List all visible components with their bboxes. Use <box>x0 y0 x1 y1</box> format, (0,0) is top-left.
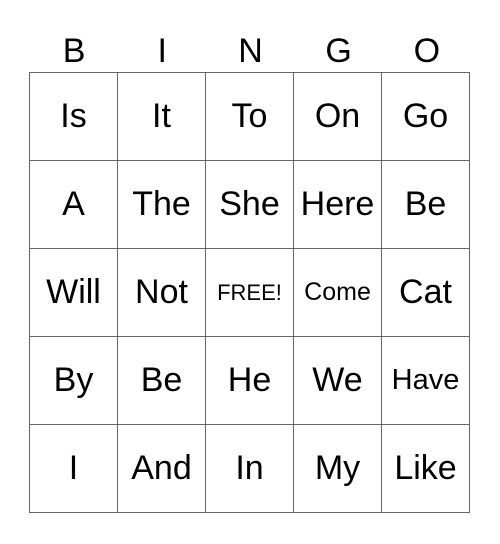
bingo-cell[interactable]: A <box>29 160 118 249</box>
grid-row: A The She Here Be <box>29 160 470 249</box>
bingo-cell[interactable]: By <box>29 336 118 425</box>
bingo-cell[interactable]: To <box>205 72 294 161</box>
bingo-cell[interactable]: In <box>205 424 294 513</box>
bingo-cell[interactable]: Like <box>381 424 470 513</box>
bingo-cell[interactable]: The <box>117 160 206 249</box>
bingo-cell[interactable]: Is <box>29 72 118 161</box>
bingo-cell[interactable]: She <box>205 160 294 249</box>
header-letter-b: B <box>62 32 86 70</box>
bingo-header: B I N G O <box>30 30 471 73</box>
bingo-cell[interactable]: Go <box>381 72 470 161</box>
bingo-cell[interactable]: Will <box>29 248 118 337</box>
free-space-cell[interactable]: FREE! <box>205 248 294 337</box>
header-letter-n: N <box>238 32 263 70</box>
bingo-cell[interactable]: He <box>205 336 294 425</box>
bingo-cell[interactable]: Here <box>293 160 382 249</box>
bingo-cell[interactable]: On <box>293 72 382 161</box>
bingo-cell[interactable]: Be <box>381 160 470 249</box>
grid-row: By Be He We Have <box>29 336 470 425</box>
bingo-cell[interactable]: Come <box>293 248 382 337</box>
header-letter-o: O <box>413 32 441 70</box>
bingo-cell[interactable]: My <box>293 424 382 513</box>
grid-row: Will Not FREE! Come Cat <box>29 248 470 337</box>
bingo-cell[interactable]: It <box>117 72 206 161</box>
bingo-cell[interactable]: And <box>117 424 206 513</box>
bingo-cell[interactable]: Cat <box>381 248 470 337</box>
bingo-cell[interactable]: Have <box>381 336 470 425</box>
bingo-cell[interactable]: Be <box>117 336 206 425</box>
bingo-grid: Is It To On Go A The She Here Be Will No… <box>29 72 470 513</box>
grid-row: I And In My Like <box>29 424 470 513</box>
bingo-cell[interactable]: Not <box>117 248 206 337</box>
bingo-cell[interactable]: We <box>293 336 382 425</box>
header-letter-i: I <box>157 32 167 70</box>
bingo-cell[interactable]: I <box>29 424 118 513</box>
header-letter-g: G <box>325 32 352 70</box>
grid-row: Is It To On Go <box>29 72 470 161</box>
